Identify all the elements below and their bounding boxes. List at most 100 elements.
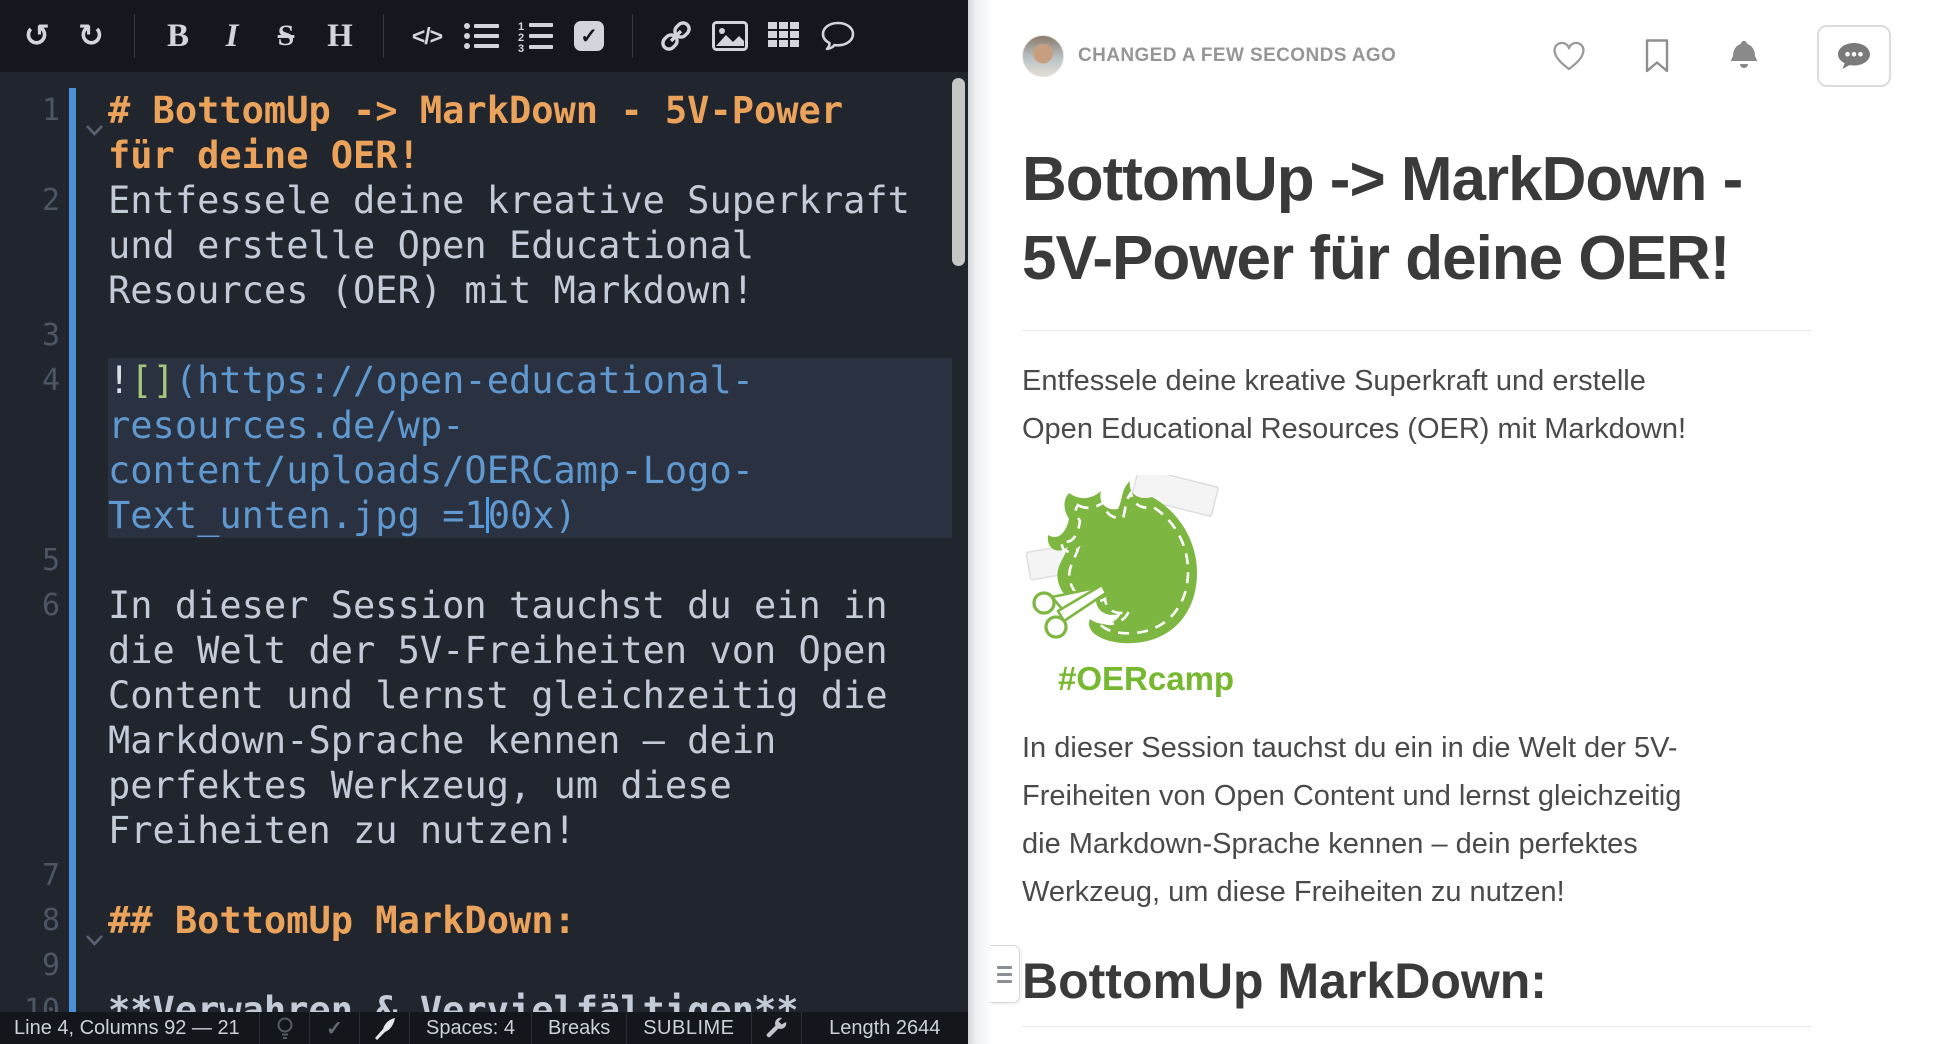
hamburger-icon: [997, 980, 1012, 983]
change-indicator-bar: [69, 358, 76, 538]
code-row: content/uploads/OERCamp-Logo-: [108, 448, 952, 493]
oercamp-logo-image: #OERcamp: [1022, 475, 1242, 698]
code-row: Text_unten.jpg =100x): [108, 493, 952, 538]
editor-line-4[interactable]: 4![](https://open-educational-resources.…: [0, 358, 968, 538]
editor-line-5[interactable]: 5: [0, 538, 968, 583]
italic-button[interactable]: I: [205, 0, 259, 72]
line-number: 6: [0, 583, 60, 628]
undo-button[interactable]: ↺: [10, 0, 64, 72]
hamburger-icon: [997, 966, 1012, 969]
oercamp-logo-caption: #OERcamp: [1058, 660, 1242, 698]
keymap-setting[interactable]: SUBLIME: [627, 1012, 751, 1044]
link-icon: [658, 18, 694, 54]
last-changed-label: CHANGED A FEW SECONDS AGO: [1078, 45, 1396, 67]
title-rule: [1022, 330, 1812, 331]
like-heart-icon[interactable]: [1551, 39, 1587, 73]
code-row: Entfessele deine kreative Superkraft: [108, 178, 952, 223]
heading-button[interactable]: H: [313, 0, 367, 72]
image-icon: [712, 21, 748, 51]
strikethrough-button[interactable]: S: [259, 0, 313, 72]
code-row: perfektes Werkzeug, um diese: [108, 763, 952, 808]
editor-line-1[interactable]: 1 # BottomUp -> MarkDown - 5V-Powerfür de…: [0, 88, 968, 178]
preview-actions: [1551, 25, 1891, 87]
pane-divider[interactable]: [968, 0, 990, 1044]
code-button[interactable]: </>: [400, 0, 454, 72]
gutter: 3: [0, 313, 108, 358]
code-row: [108, 853, 952, 898]
text-cursor: [486, 497, 489, 533]
bold-button[interactable]: B: [151, 0, 205, 72]
line-number: 1: [0, 88, 60, 133]
line-number: 9: [0, 943, 60, 988]
wrench-glyph: [764, 1016, 788, 1040]
bookmark-icon[interactable]: [1643, 38, 1671, 74]
gutter: 2: [0, 178, 108, 313]
change-indicator-bar: [69, 538, 76, 583]
section-heading: BottomUp MarkDown:: [1022, 952, 1812, 1027]
code-row: für deine OER!: [108, 133, 952, 178]
oercamp-flame-graphic: [1022, 475, 1222, 655]
ordered-list-icon: 123: [517, 20, 553, 52]
cursor-position-status: Line 4, Columns 92 — 21: [0, 1012, 260, 1044]
editor-textarea[interactable]: 1 # BottomUp -> MarkDown - 5V-Powerfür de…: [0, 72, 968, 1044]
table-icon: [768, 22, 800, 50]
intro-paragraph: Entfessele deine kreative Superkraft und…: [1022, 357, 1820, 453]
editor-line-3[interactable]: 3: [0, 313, 968, 358]
change-indicator-bar: [69, 898, 76, 943]
document-title: BottomUp -> MarkDown - 5V-Power für dein…: [1022, 140, 1820, 298]
unordered-list-button[interactable]: [454, 0, 508, 72]
notification-bell-icon[interactable]: [1727, 38, 1761, 74]
editor-scrollbar-thumb[interactable]: [952, 78, 965, 266]
code-row: ![](https://open-educational-: [108, 358, 952, 403]
linebreak-setting[interactable]: Breaks: [532, 1012, 627, 1044]
code-row: [108, 538, 952, 583]
comments-panel-button[interactable]: [1817, 25, 1891, 87]
rendered-document: BottomUp -> MarkDown - 5V-Power für dein…: [990, 140, 1820, 1027]
fold-chevron-icon[interactable]: [85, 124, 104, 137]
line-number: 8: [0, 898, 60, 943]
change-indicator-bar: [69, 178, 76, 313]
editor-toolbar: ↺ ↻ B I S H </> 123 ✓: [0, 0, 968, 72]
checklist-button[interactable]: ✓: [562, 0, 616, 72]
unordered-list-icon: [463, 21, 499, 51]
code-row: # BottomUp -> MarkDown - 5V-Power: [108, 88, 952, 133]
code-row: Freiheiten zu nutzen!: [108, 808, 952, 853]
gutter: 1: [0, 88, 108, 178]
change-indicator-bar: [69, 583, 76, 853]
avatar[interactable]: [1022, 35, 1064, 77]
gutter: 5: [0, 538, 108, 583]
doc-length-status: Length 2644: [802, 1012, 968, 1044]
comments-bubble-icon: [1836, 41, 1872, 71]
code-row: ## BottomUp MarkDown:: [108, 898, 952, 943]
comment-button[interactable]: [811, 0, 865, 72]
preferences-wrench-icon[interactable]: [752, 1012, 802, 1044]
theme-brush-icon[interactable]: [360, 1012, 410, 1044]
line-number: 5: [0, 538, 60, 583]
toolbar-divider: [134, 14, 135, 58]
toc-toggle-handle[interactable]: [990, 945, 1020, 1003]
link-button[interactable]: [649, 0, 703, 72]
code-row: resources.de/wp-: [108, 403, 952, 448]
gutter: 8: [0, 898, 108, 943]
brush-glyph: [373, 1016, 397, 1040]
table-button[interactable]: [757, 0, 811, 72]
editor-line-9[interactable]: 9: [0, 943, 968, 988]
image-button[interactable]: [703, 0, 757, 72]
indent-setting[interactable]: Spaces: 4: [410, 1012, 532, 1044]
editor-line-8[interactable]: 8 ## BottomUp MarkDown:: [0, 898, 968, 943]
toolbar-divider: [632, 14, 633, 58]
redo-button[interactable]: ↻: [64, 0, 118, 72]
lightbulb-icon[interactable]: [260, 1012, 310, 1044]
editor-line-2[interactable]: 2Entfessele deine kreative Superkraftund…: [0, 178, 968, 313]
lightbulb-glyph: [274, 1016, 296, 1040]
editor-line-7[interactable]: 7: [0, 853, 968, 898]
spellcheck-status-icon[interactable]: ✓: [310, 1012, 360, 1044]
preview-pane: CHANGED A FEW SECONDS AGO: [990, 0, 1938, 1044]
line-number: 7: [0, 853, 60, 898]
ordered-list-button[interactable]: 123: [508, 0, 562, 72]
editor-line-6[interactable]: 6In dieser Session tauchst du ein indie …: [0, 583, 968, 853]
comment-icon: [820, 20, 856, 52]
code-row: Markdown-Sprache kennen – dein: [108, 718, 952, 763]
line-number: 2: [0, 178, 60, 223]
change-indicator-bar: [69, 853, 76, 898]
